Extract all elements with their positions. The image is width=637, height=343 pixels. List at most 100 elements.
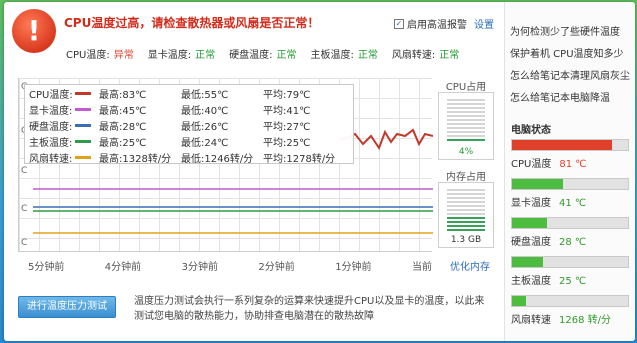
cpu-usage-title: CPU占用 xyxy=(445,82,487,93)
sensor-label: 显卡温度 xyxy=(511,198,551,209)
legend-row-cpu: CPU温度: 最高:83℃ 最低:55℃ 平均:79℃ xyxy=(25,86,353,101)
faq-link[interactable]: 保护着机 CPU温度知多少 xyxy=(510,45,635,60)
status-row: CPU温度: 异常 显卡温度: 正常 硬盘温度: 正常 主板温度: 正常 风扇转速: 正常 xyxy=(66,46,459,61)
settings-link[interactable]: 设置 xyxy=(474,16,494,31)
sensor-bar-fill xyxy=(512,218,547,228)
legend-row-fan: 风扇转速: 最高:1328转/分 最低:1246转/分 平均:1278转/分 xyxy=(25,150,353,165)
time-label: 5分钟前 xyxy=(28,262,65,273)
axis-c-marker: C xyxy=(21,166,28,176)
sensors-title: 电脑状态 xyxy=(511,125,551,136)
sensor-bar xyxy=(511,256,629,268)
time-label: 当前 xyxy=(411,262,432,273)
legend-row-board: 主板温度: 最高:25℃ 最低:24℃ 平均:25℃ xyxy=(25,134,353,149)
sensor-bar-fill xyxy=(512,296,526,306)
memory-usage-meter: 1.3 GB xyxy=(438,182,494,248)
sensor-label: 主板温度 xyxy=(511,276,551,287)
status-value: 正常 xyxy=(195,50,216,61)
legend-avg: 平均:1278转/分 xyxy=(263,154,336,165)
status-label: 主板温度: xyxy=(310,50,354,61)
sensor-bar-fill xyxy=(512,179,564,189)
sensor-label: 硬盘温度 xyxy=(511,237,551,248)
legend-max: 最高:45℃ xyxy=(99,106,147,117)
legend-avg: 平均:25℃ xyxy=(263,138,311,149)
sensor-board-temp: 主板温度 25 ℃ xyxy=(511,256,629,287)
stress-test-description: 温度压力测试会执行一系列复杂的运算来快速提升CPU以及显卡的温度，以此来测试您电… xyxy=(134,296,485,322)
legend-name: 风扇转速: xyxy=(29,154,73,165)
status-item-cpu: CPU温度: 异常 xyxy=(66,46,134,61)
status-label: CPU温度: xyxy=(66,50,110,61)
memory-usage-bars xyxy=(447,189,485,233)
status-label: 硬盘温度: xyxy=(229,50,273,61)
status-item-disk: 硬盘温度: 正常 xyxy=(229,46,296,61)
sidebar: 为何检测少了些硬件温度 保护着机 CPU温度知多少 怎么给笔记本清理风扇灰尘 怎… xyxy=(504,2,635,341)
cpu-usage-value: 4% xyxy=(458,147,474,157)
legend-max: 最高:25℃ xyxy=(99,138,147,149)
status-item-fan: 风扇转速: 正常 xyxy=(392,46,459,61)
legend-swatch xyxy=(75,92,91,95)
sensor-value: 25 ℃ xyxy=(559,276,587,287)
legend-avg: 平均:41℃ xyxy=(263,106,311,117)
sensor-label: CPU温度 xyxy=(511,159,552,170)
sensor-label: 风扇转速 xyxy=(511,315,551,326)
faq-link[interactable]: 怎么给笔记本电脑降温 xyxy=(510,89,635,104)
sensor-bar xyxy=(511,217,629,229)
sensor-bar xyxy=(511,139,629,151)
sensor-value: 1268 转/分 xyxy=(559,315,611,326)
legend-avg: 平均:79℃ xyxy=(263,90,311,101)
time-axis: 5分钟前 4分钟前 3分钟前 2分钟前 1分钟前 当前 xyxy=(28,258,432,273)
legend-name: CPU温度: xyxy=(29,90,73,101)
stress-test-button[interactable]: 进行温度压力测试 xyxy=(18,296,116,318)
sensor-gpu-temp: 显卡温度 41 ℃ xyxy=(511,178,629,209)
sensor-value: 81 ℃ xyxy=(559,159,587,170)
legend-min: 最低:1246转/分 xyxy=(181,154,254,165)
legend-min: 最低:24℃ xyxy=(181,138,229,149)
sensor-disk-temp: 硬盘温度 28 ℃ xyxy=(511,217,629,248)
faq-links: 为何检测少了些硬件温度 保护着机 CPU温度知多少 怎么给笔记本清理风扇灰尘 怎… xyxy=(505,2,635,104)
legend-row-gpu: 显卡温度: 最高:45℃ 最低:40℃ 平均:41℃ xyxy=(25,102,353,117)
sensor-cpu-temp: CPU温度 81 ℃ xyxy=(511,139,629,170)
status-value: 正常 xyxy=(439,50,460,61)
alarm-toggle-label: 启用高温报警 xyxy=(407,20,467,31)
time-label: 3分钟前 xyxy=(181,262,218,273)
sensor-bar-fill xyxy=(512,257,544,267)
sensor-value: 41 ℃ xyxy=(559,198,587,209)
legend-max: 最高:28℃ xyxy=(99,122,147,133)
status-item-gpu: 显卡温度: 正常 xyxy=(148,46,215,61)
high-temp-alarm-toggle[interactable]: ✓ 启用高温报警 xyxy=(394,16,467,31)
sensor-bar xyxy=(511,295,629,307)
status-value: 正常 xyxy=(276,50,297,61)
legend-name: 硬盘温度: xyxy=(29,122,73,133)
legend-swatch xyxy=(75,140,91,143)
alarm-checkbox[interactable]: ✓ xyxy=(394,18,404,29)
sensor-fan-speed: 风扇转速 1268 转/分 xyxy=(511,295,629,326)
cpu-usage-bars xyxy=(447,99,485,143)
sensor-bar xyxy=(511,178,629,190)
status-label: 风扇转速: xyxy=(391,50,436,61)
legend-min: 最低:26℃ xyxy=(181,122,229,133)
legend-max: 最高:83℃ xyxy=(99,90,147,101)
faq-link[interactable]: 为何检测少了些硬件温度 xyxy=(510,23,635,38)
status-label: 显卡温度: xyxy=(147,50,192,61)
legend-swatch xyxy=(75,156,91,159)
status-item-board: 主板温度: 正常 xyxy=(310,46,377,61)
sensor-value: 28 ℃ xyxy=(559,237,587,248)
legend-max: 最高:1328转/分 xyxy=(99,154,172,165)
status-value: 正常 xyxy=(357,50,378,61)
alert-icon: ! xyxy=(12,9,56,53)
optimize-memory-link[interactable]: 优化内存 xyxy=(450,258,490,273)
time-label: 2分钟前 xyxy=(258,262,295,273)
faq-link[interactable]: 怎么给笔记本清理风扇灰尘 xyxy=(510,67,635,82)
legend-name: 显卡温度: xyxy=(29,106,73,117)
cpu-usage-meter: 4% xyxy=(438,92,494,160)
legend-swatch xyxy=(75,108,91,111)
axis-c-marker: C xyxy=(21,204,28,214)
legend-min: 最低:40℃ xyxy=(181,106,229,117)
legend-min: 最低:55℃ xyxy=(181,90,229,101)
legend-name: 主板温度: xyxy=(29,138,73,149)
legend-row-disk: 硬盘温度: 最高:28℃ 最低:26℃ 平均:27℃ xyxy=(25,118,353,133)
time-label: 4分钟前 xyxy=(104,262,142,273)
warning-title: CPU温度过高，请检查散热器或风扇是否正常！ xyxy=(64,16,320,30)
graph-legend: CPU温度: 最高:83℃ 最低:55℃ 平均:79℃ 显卡温度: 最高:45℃… xyxy=(24,84,354,165)
time-label: 1分钟前 xyxy=(335,262,372,273)
memory-usage-value: 1.3 GB xyxy=(450,235,482,245)
